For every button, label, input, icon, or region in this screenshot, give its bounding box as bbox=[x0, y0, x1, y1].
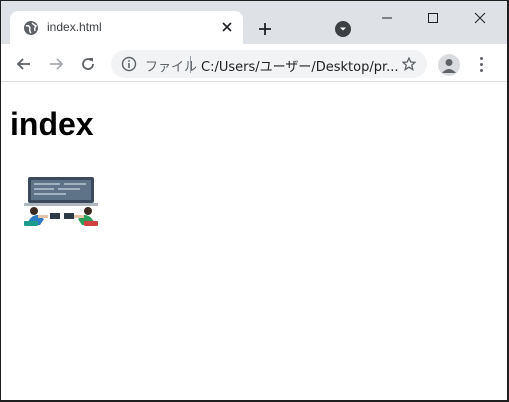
url-text[interactable]: C:/Users/ユーザー/Desktop/pr... bbox=[201, 56, 399, 75]
tab-title: index.html bbox=[47, 20, 102, 34]
browser-window: index.html ファイル C:/Users/ユーザー/Desktop/pr… bbox=[1, 1, 507, 400]
maximize-icon bbox=[428, 13, 438, 23]
close-icon bbox=[222, 22, 232, 32]
kebab-menu-icon bbox=[479, 56, 483, 60]
globe-icon bbox=[24, 21, 38, 35]
tab-search-icon bbox=[340, 27, 346, 31]
browser-menu-button[interactable] bbox=[474, 54, 488, 74]
avatar-icon bbox=[442, 59, 456, 73]
close-icon bbox=[474, 12, 486, 24]
reload-button[interactable] bbox=[78, 54, 98, 74]
toolbar: ファイル C:/Users/ユーザー/Desktop/pr... bbox=[1, 44, 507, 82]
arrow-right-icon bbox=[50, 58, 64, 70]
bookmark-button[interactable] bbox=[400, 55, 418, 73]
page-heading: index bbox=[10, 106, 94, 142]
people-computer-illustration bbox=[24, 177, 98, 226]
minimize-icon bbox=[382, 17, 392, 19]
window-close-button[interactable] bbox=[468, 7, 492, 29]
new-tab-button[interactable] bbox=[255, 19, 275, 39]
back-button[interactable] bbox=[14, 54, 34, 74]
profile-button[interactable] bbox=[438, 54, 460, 76]
forward-button[interactable] bbox=[46, 54, 66, 74]
address-bar[interactable]: ファイル C:/Users/ユーザー/Desktop/pr... bbox=[111, 50, 427, 78]
arrow-left-icon bbox=[16, 58, 30, 70]
minimize-button[interactable] bbox=[375, 7, 399, 29]
address-separator bbox=[190, 56, 191, 73]
plus-icon bbox=[259, 23, 271, 35]
page-content: index bbox=[1, 83, 507, 400]
tab-index[interactable]: index.html bbox=[10, 11, 243, 44]
tab-close-button[interactable] bbox=[219, 19, 235, 35]
star-icon bbox=[402, 57, 416, 71]
tab-search-button[interactable] bbox=[335, 21, 351, 37]
tab-strip: index.html bbox=[1, 1, 507, 44]
maximize-button[interactable] bbox=[421, 7, 445, 29]
reload-icon bbox=[82, 58, 94, 70]
info-icon[interactable] bbox=[121, 56, 137, 72]
